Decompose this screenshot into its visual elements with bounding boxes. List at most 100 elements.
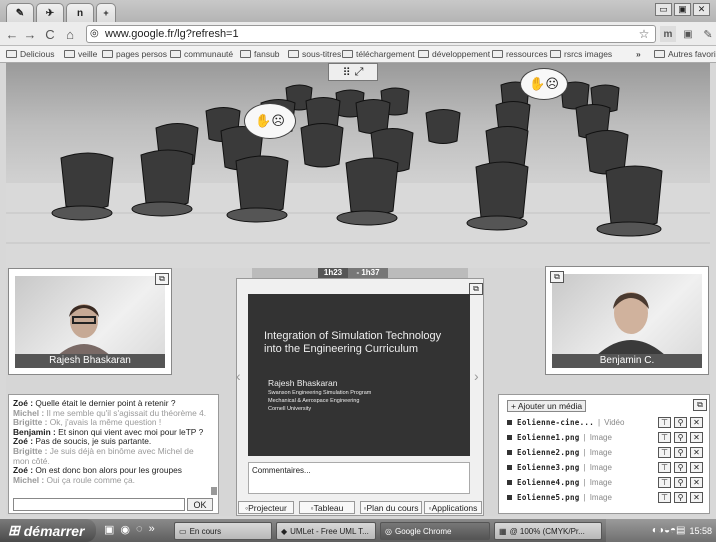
app-icon: ◆ [281,526,288,536]
chat-send-button[interactable]: OK [187,498,213,511]
media-item[interactable]: Eolienne3.png | Image ⊤ ⚲ ✕ [507,460,703,474]
detach-icon: ⧉ [159,274,165,283]
media-item[interactable]: Eolienne-cine... | Vidéo ⊤ ⚲ ✕ [507,415,703,429]
tab-tableau[interactable]: ◦ Tableau [299,501,355,514]
chat-author: Brigitte : [13,417,48,428]
chat-input[interactable] [13,498,185,511]
delete-icon[interactable]: ✕ [690,476,703,488]
chat-scrollbar[interactable] [211,487,217,495]
add-media-button[interactable]: + Ajouter un média [507,400,587,412]
delete-icon[interactable]: ✕ [690,491,703,503]
extension-m-icon[interactable]: m [660,26,676,42]
bookmark-veille[interactable]: veille [64,49,97,59]
project-icon[interactable]: ⊤ [658,476,671,488]
fullscreen-icon[interactable]: ⤢ [355,66,364,79]
extension-icon[interactable]: ▣ [680,26,696,42]
quick-launch: ▣ ◉ ◌ » [104,523,155,536]
address-bar[interactable]: ◎ www.google.fr/lg?refresh=1 [86,25,656,43]
tab-applications[interactable]: ◦ Applications [424,501,482,514]
close-window-button[interactable]: ✕ [693,3,710,16]
windows-logo-icon: ⊞ [8,522,20,538]
tab-plan-du-cours[interactable]: ◦ Plan du cours [360,501,422,514]
separator: | [583,462,586,472]
quick-launch-icon[interactable]: ◉ [120,523,130,536]
zoom-icon[interactable]: ⚲ [674,491,687,503]
next-slide-button[interactable]: › [474,368,479,384]
slide-affiliation-3: Cornell University [268,406,312,412]
bookmark-sous-titres[interactable]: sous-titres [288,49,341,59]
tab-projecteur[interactable]: ◦ Projecteur [238,501,294,514]
bookmark-label: communauté [184,49,234,59]
media-actions: ⊤ ⚲ ✕ [658,446,703,458]
quick-launch-icon[interactable]: ▣ [104,523,114,536]
bookmarks-bar: Delicious veille pages persos communauté… [0,46,716,63]
home-button[interactable]: ⌂ [62,26,78,42]
comments-field[interactable]: Commentaires... [248,462,470,494]
wrench-icon[interactable]: ✎ [700,26,716,42]
detach-video-button[interactable]: ⧉ [550,271,564,283]
project-icon[interactable]: ⊤ [658,416,671,428]
delete-icon[interactable]: ✕ [690,431,703,443]
media-item[interactable]: Eolienne2.png | Image ⊤ ⚲ ✕ [507,445,703,459]
minimize-button[interactable]: ▭ [655,3,672,16]
task-photoshop[interactable]: ▦ @ 100% (CMYK/Pr... [494,522,602,540]
maximize-button[interactable]: ▣ [674,3,691,16]
classroom-chairs-illustration [6,81,710,268]
delete-icon[interactable]: ✕ [690,416,703,428]
task-google-chrome[interactable]: ◎ Google Chrome [380,522,490,540]
detach-video-button[interactable]: ⧉ [155,273,169,285]
student-avatar-bubble[interactable]: ✋ ☹ [520,68,568,100]
media-item[interactable]: Eolienne5.png | Image ⊤ ⚲ ✕ [507,490,703,504]
bookmark-label: sous-titres [302,49,342,59]
bookmark-ressources[interactable]: ressources [492,49,548,59]
bookmark-communaute[interactable]: communauté [170,49,233,59]
task-umlet[interactable]: ◆ UMLet - Free UML T... [276,522,376,540]
bookmark-delicious[interactable]: Delicious [6,49,55,59]
media-item[interactable]: Eolienne1.png | Image ⊤ ⚲ ✕ [507,430,703,444]
zoom-icon[interactable]: ⚲ [674,476,687,488]
separator: | [583,432,586,442]
zoom-icon[interactable]: ⚲ [674,461,687,473]
grid-view-icon[interactable]: ⠿ [343,66,351,79]
student-avatar-bubble[interactable]: ✋ ☹ [244,103,296,139]
chat-author: Michel : [13,474,45,485]
separator: | [598,417,601,427]
zoom-icon[interactable]: ⚲ [674,416,687,428]
delete-icon[interactable]: ✕ [690,461,703,473]
quick-launch-more-icon[interactable]: » [149,523,155,536]
bookmark-label: Delicious [20,49,55,59]
bookmark-pages-persos[interactable]: pages persos [102,49,167,59]
browser-tab-2[interactable]: ✈ [36,3,64,22]
bookmark-rsrcs-images[interactable]: rsrcs images [550,49,612,59]
task-en-cours[interactable]: ▭ En cours [174,522,272,540]
previous-slide-button[interactable]: ‹ [236,368,241,384]
tray-icons[interactable]: ◐◑◒◓▤ [652,525,686,536]
bookmark-autres-favoris[interactable]: Autres favoris [654,49,716,59]
project-icon[interactable]: ⊤ [658,491,671,503]
slide-author: Rajesh Bhaskaran [268,378,338,388]
bookmark-fansub[interactable]: fansub [240,49,280,59]
detach-media-button[interactable]: ⧉ [693,399,707,411]
bookmarks-more-button[interactable]: » [636,49,641,59]
detach-slide-button[interactable]: ⧉ [469,283,483,295]
virtual-classroom-3d-view[interactable]: ✋ ☹ ✋ ☹ ⠿ ⤢ [6,63,710,268]
project-icon[interactable]: ⊤ [658,431,671,443]
delete-icon[interactable]: ✕ [690,446,703,458]
new-tab-button[interactable]: + [96,3,116,22]
browser-tab-3[interactable]: n [66,3,94,22]
bookmark-developpement[interactable]: développement [418,49,490,59]
bookmark-star-icon[interactable]: ☆ [636,26,652,42]
forward-button[interactable]: → [22,26,38,42]
project-icon[interactable]: ⊤ [658,446,671,458]
media-item[interactable]: Eolienne4.png | Image ⊤ ⚲ ✕ [507,475,703,489]
project-icon[interactable]: ⊤ [658,461,671,473]
bookmark-telechargement[interactable]: téléchargement [342,49,415,59]
reload-button[interactable]: C [42,26,58,42]
browser-tab-1[interactable]: ✎ [6,3,34,22]
zoom-icon[interactable]: ⚲ [674,446,687,458]
quick-launch-icon[interactable]: ◌ [136,523,143,536]
start-button[interactable]: ⊞ démarrer [0,519,96,542]
chat-text: Il me semble qu'il s'agissait du théorèm… [44,407,207,418]
zoom-icon[interactable]: ⚲ [674,431,687,443]
back-button[interactable]: ← [4,26,20,42]
